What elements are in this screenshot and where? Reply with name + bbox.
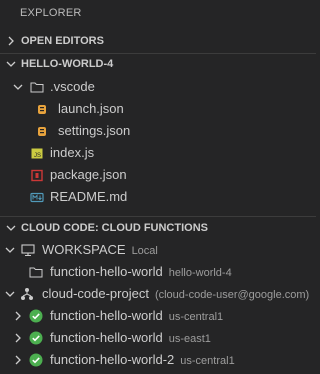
chevron-down-icon — [13, 82, 23, 92]
local-function-node[interactable]: function-hello-world hello-world-4 — [0, 261, 316, 283]
tree-item-launch-json[interactable]: launch.json — [0, 98, 316, 120]
function-label: function-hello-world — [50, 308, 163, 323]
workspace-node[interactable]: WORKSPACE Local — [0, 239, 316, 261]
check-circle-icon — [29, 331, 43, 345]
project-node-desc: (cloud-code-user@google.com) — [154, 289, 310, 301]
tree-item-settings-json[interactable]: settings.json — [0, 120, 316, 142]
tree-item-label: launch.json — [58, 101, 124, 116]
chevron-down-icon — [5, 245, 15, 255]
project-hierarchy-icon — [20, 287, 34, 301]
function-node-text: function-hello-world us-central1 — [50, 305, 223, 328]
chevron-right-icon — [13, 311, 23, 321]
chevron-right-icon — [13, 333, 23, 343]
function-node-text: function-hello-world-2 us-central1 — [50, 349, 235, 372]
workspace-folder-label: HELLO-WORLD-4 — [21, 58, 114, 70]
cloud-functions-header[interactable]: CLOUD CODE: CLOUD FUNCTIONS — [0, 217, 316, 239]
function-node[interactable]: function-hello-world us-central1 — [0, 305, 316, 327]
tree-item-label: package.json — [50, 167, 127, 182]
javascript-file-icon: JS — [30, 146, 44, 160]
chevron-right-icon — [6, 36, 16, 46]
workspace-folder-header[interactable]: HELLO-WORLD-4 — [0, 53, 316, 75]
function-region: us-central1 — [180, 355, 235, 367]
folder-icon — [29, 265, 43, 279]
project-node-label: cloud-code-project — [42, 286, 149, 301]
function-label: function-hello-world — [50, 330, 163, 345]
chevron-down-icon — [6, 223, 16, 233]
tree-item-label: .vscode — [50, 79, 95, 94]
svg-text:JS: JS — [34, 153, 41, 159]
check-circle-icon — [29, 309, 43, 323]
tree-item-index-js[interactable]: JS index.js — [0, 142, 316, 164]
tree-item-label: index.js — [50, 145, 95, 160]
json-file-icon — [36, 102, 50, 116]
function-node[interactable]: function-hello-world-2 us-central1 — [0, 349, 316, 371]
local-function-text: function-hello-world hello-world-4 — [50, 261, 232, 284]
tree-item-label: settings.json — [58, 123, 131, 138]
chevron-down-icon — [6, 59, 16, 69]
local-function-label: function-hello-world — [50, 264, 163, 279]
project-node-text: cloud-code-project (cloud-code-user@googl… — [42, 283, 309, 306]
local-function-desc: hello-world-4 — [168, 267, 232, 279]
monitor-icon — [21, 243, 35, 257]
function-label: function-hello-world-2 — [50, 352, 175, 367]
function-region: us-central1 — [168, 311, 224, 323]
folder-icon — [30, 80, 44, 94]
function-node-text: function-hello-world us-east1 — [50, 327, 211, 350]
open-editors-label: OPEN EDITORS — [21, 35, 104, 47]
check-circle-icon — [29, 353, 43, 367]
workspace-node-text: WORKSPACE Local — [42, 239, 158, 262]
open-editors-header[interactable]: OPEN EDITORS — [0, 30, 316, 52]
tree-item-vscode-folder[interactable]: .vscode — [0, 76, 316, 98]
tree-item-readme[interactable]: README.md — [0, 186, 316, 208]
project-node[interactable]: cloud-code-project (cloud-code-user@googl… — [0, 283, 316, 305]
function-region: us-east1 — [168, 333, 211, 345]
workspace-node-label: WORKSPACE — [42, 242, 126, 257]
cloud-functions-label: CLOUD CODE: CLOUD FUNCTIONS — [21, 222, 208, 234]
function-node[interactable]: function-hello-world us-east1 — [0, 327, 316, 349]
workspace-node-desc: Local — [131, 245, 158, 257]
panel-title: EXPLORER — [20, 7, 82, 19]
chevron-down-icon — [5, 289, 15, 299]
tree-item-label: README.md — [50, 189, 128, 204]
tree-item-package-json[interactable]: package.json — [0, 164, 316, 186]
chevron-right-icon — [13, 355, 23, 365]
markdown-file-icon — [30, 190, 44, 204]
json-file-icon — [36, 124, 50, 138]
npm-package-icon — [30, 168, 44, 182]
